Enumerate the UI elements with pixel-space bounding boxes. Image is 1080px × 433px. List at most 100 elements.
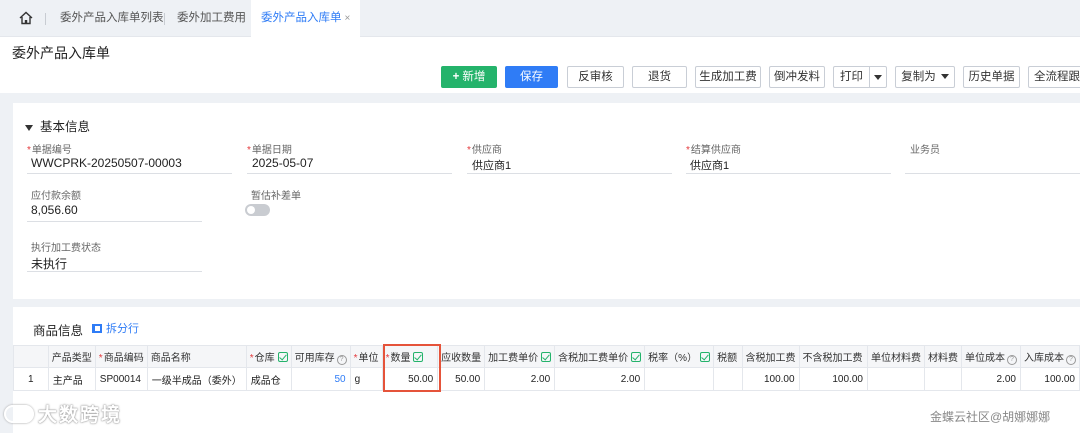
tab-label: 委外加工费用 [177, 12, 246, 24]
field-underline [905, 173, 1080, 174]
watermark-right: 金蝶云社区@胡娜娜娜 [930, 410, 1051, 424]
column-header[interactable]: 应收数量 [437, 345, 486, 368]
basic-info-card [13, 103, 1080, 299]
table-header-row: 产品类型 *商品编码 商品名称 *仓库 可用库存? *单位 *数量 应收数量 加工费单价 含税加工… [13, 345, 1080, 368]
history-button[interactable]: 历史单据 [963, 66, 1020, 88]
payable-balance-label: 应付款余额 [31, 191, 81, 202]
return-button[interactable]: 退货 [632, 66, 687, 88]
print-dropdown-icon[interactable] [869, 66, 887, 88]
table-cell[interactable]: 2.00 [554, 367, 646, 391]
table-cell[interactable]: 2.00 [960, 367, 1021, 391]
table-cell[interactable]: 50 [290, 367, 351, 391]
column-header[interactable]: 产品类型 [47, 345, 96, 368]
copy-as-button[interactable]: 复制为 [895, 66, 955, 88]
column-header[interactable]: *单位 [349, 345, 383, 368]
bill-no-label: *单据编号 [27, 145, 72, 156]
generate-fee-button[interactable]: 生成加工费 [695, 66, 761, 88]
field-underline [27, 271, 202, 272]
home-icon[interactable] [18, 10, 34, 26]
tab-outsource-receipt[interactable]: 委外产品入库单 × [251, 0, 361, 37]
table-cell[interactable]: 100.00 [1019, 367, 1080, 391]
exec-fee-status-field: 未执行 [31, 257, 68, 271]
batch-fill-check-icon[interactable] [700, 352, 711, 362]
field-underline [686, 173, 891, 174]
table-cell[interactable]: 100.00 [741, 367, 800, 391]
salesman-label: 业务员 [910, 145, 940, 156]
save-button[interactable]: 保存 [505, 66, 558, 88]
field-underline [247, 173, 452, 174]
settle-supplier-label: *结算供应商 [686, 145, 741, 156]
column-header[interactable]: 加工费单价 [484, 345, 556, 368]
column-header[interactable]: 税额 [713, 345, 743, 368]
basic-info-section-title[interactable]: 基本信息 [25, 116, 90, 135]
chevron-down-icon [940, 74, 949, 80]
field-underline [467, 173, 672, 174]
table-cell[interactable]: 100.00 [798, 367, 868, 391]
table-cell[interactable]: SP00014 [94, 367, 148, 391]
bill-date-field[interactable]: 2025-05-07 [252, 156, 313, 170]
exec-fee-status-label: 执行加工费状态 [31, 243, 101, 254]
bill-no-field[interactable]: WWCPRK-20250507-00003 [31, 156, 182, 170]
new-button-label: 新增 [462, 71, 486, 83]
help-icon[interactable]: ? [1006, 354, 1017, 365]
watermark-left-text: 大数跨境 [38, 405, 123, 426]
unaudit-button[interactable]: 反审核 [567, 66, 624, 88]
column-header[interactable]: 不含税加工费 [798, 345, 868, 368]
supplier-label: *供应商 [467, 145, 502, 156]
column-header[interactable]: 商品名称 [146, 345, 247, 368]
table-cell[interactable]: 主产品 [47, 367, 96, 391]
estimate-diff-toggle[interactable] [245, 204, 270, 216]
table-cell[interactable]: 一级半成品（委外） [146, 367, 247, 391]
tab-separator [164, 13, 165, 25]
table-cell[interactable]: g [349, 367, 383, 391]
column-header[interactable]: 单位材料费 [866, 345, 925, 368]
tab-close-icon[interactable]: × [345, 13, 351, 24]
table-cell[interactable] [713, 367, 743, 391]
field-underline [27, 221, 202, 222]
table-cell[interactable]: 成品仓 [245, 367, 292, 391]
tab-bar: 委外产品入库单列表 委外加工费用 委外产品入库单 × [0, 0, 1080, 37]
column-header[interactable] [13, 345, 49, 368]
page-title: 委外产品入库单 [12, 45, 110, 61]
table-cell[interactable] [644, 367, 715, 391]
copy-as-label: 复制为 [901, 71, 936, 83]
quantity-highlight-box [383, 344, 441, 392]
column-header[interactable]: 材料费 [923, 345, 962, 368]
supplier-field[interactable]: 供应商1 [472, 157, 511, 173]
batch-fill-check-icon[interactable] [631, 352, 642, 362]
tab-outsource-receipt-list[interactable]: 委外产品入库单列表 [60, 0, 164, 37]
reverse-issue-button[interactable]: 倒冲发料 [769, 66, 825, 88]
column-header[interactable]: 含税加工费单价 [554, 345, 646, 368]
column-header[interactable]: 可用库存? [290, 345, 351, 368]
column-header[interactable]: 单位成本? [960, 345, 1021, 368]
watermark-logo-icon [4, 405, 34, 423]
table-cell[interactable]: 50.00 [437, 367, 486, 391]
tab-separator [45, 13, 46, 25]
column-header[interactable]: *商品编码 [94, 345, 148, 368]
column-header[interactable]: *仓库 [245, 345, 292, 368]
new-button[interactable]: + 新增 [441, 66, 497, 88]
column-header[interactable]: 入库成本? [1019, 345, 1080, 368]
table-body: 1 主产品 SP00014 一级半成品（委外） 成品仓 50 g 50.00 50.00 2.00… [13, 367, 1080, 391]
payable-balance-field: 8,056.60 [31, 203, 78, 217]
table-cell[interactable] [866, 367, 925, 391]
trace-button[interactable]: 全流程跟踪 [1028, 66, 1080, 88]
split-row-button[interactable]: 拆分行 [92, 320, 139, 336]
print-button[interactable]: 打印 [833, 66, 870, 88]
help-icon[interactable]: ? [1065, 354, 1076, 365]
column-header[interactable]: 含税加工费 [741, 345, 800, 368]
table-cell[interactable]: 1 [13, 367, 49, 391]
table-cell[interactable] [923, 367, 962, 391]
split-row-label: 拆分行 [106, 323, 139, 335]
field-underline [27, 173, 232, 174]
table-cell[interactable]: 2.00 [484, 367, 556, 391]
settle-supplier-field[interactable]: 供应商1 [690, 157, 729, 173]
tab-outsource-fee[interactable]: 委外加工费用 [177, 0, 246, 37]
table-row[interactable]: 1 主产品 SP00014 一级半成品（委外） 成品仓 50 g 50.00 50.00 2.00… [13, 367, 1080, 391]
section-title-text: 基本信息 [40, 120, 91, 134]
batch-fill-check-icon[interactable] [541, 352, 552, 362]
goods-info-section-title: 商品信息 [33, 324, 84, 338]
column-header[interactable]: 税率（%） [644, 345, 715, 368]
help-icon[interactable]: ? [336, 354, 347, 365]
batch-fill-check-icon[interactable] [277, 352, 288, 362]
